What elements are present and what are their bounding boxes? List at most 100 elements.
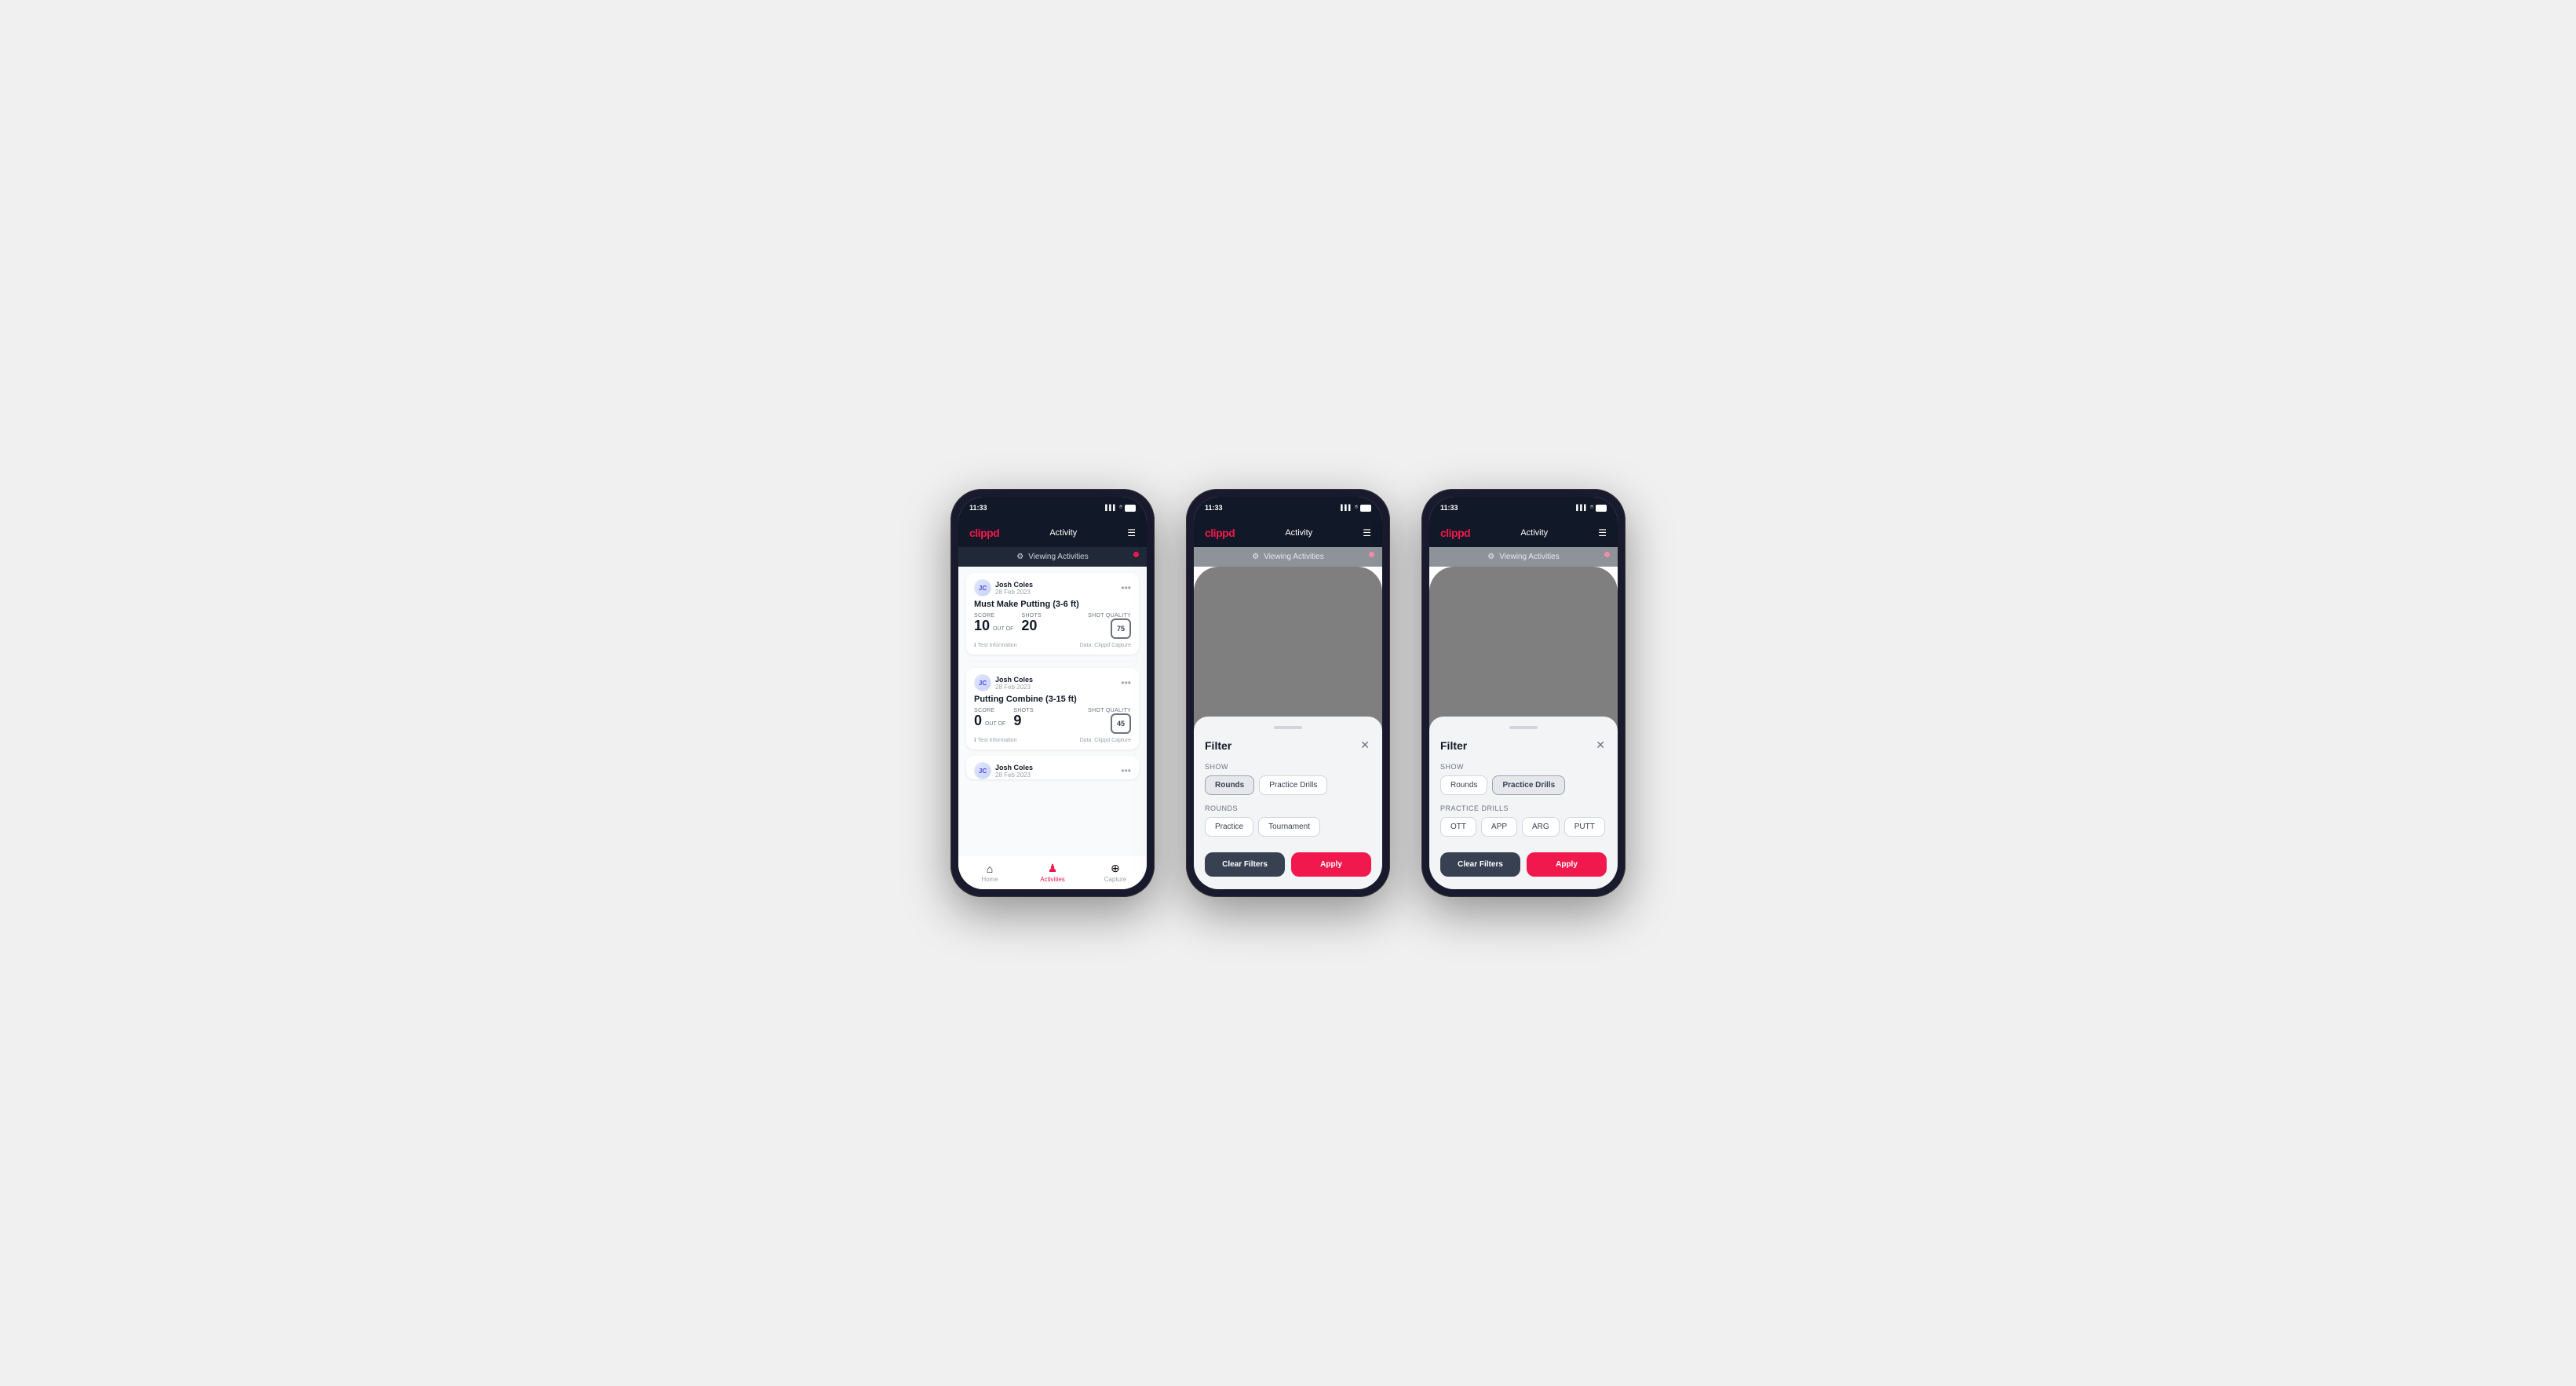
filter-actions-3: Clear Filters Apply bbox=[1440, 852, 1607, 877]
arg-btn-3[interactable]: ARG bbox=[1522, 817, 1560, 837]
activity-item-3: JC Josh Coles 28 Feb 2023 ••• bbox=[966, 756, 1139, 779]
avatar-3: JC bbox=[974, 762, 991, 779]
score-value-2: 0 bbox=[974, 713, 982, 728]
more-dots-3[interactable]: ••• bbox=[1121, 765, 1131, 776]
ott-btn-3[interactable]: OTT bbox=[1440, 817, 1476, 837]
shots-value-1: 20 bbox=[1021, 618, 1037, 633]
user-date-3: 28 Feb 2023 bbox=[995, 771, 1033, 779]
stats-row-2: Score 0 OUT OF Shots 9 Shot Quality bbox=[974, 708, 1131, 734]
user-info-3: JC Josh Coles 28 Feb 2023 bbox=[974, 762, 1033, 779]
nav-capture-1[interactable]: ⊕ Capture bbox=[1084, 862, 1147, 883]
banner-text-2: Viewing Activities bbox=[1264, 553, 1324, 561]
show-label-2: Show bbox=[1205, 763, 1371, 771]
capture-icon-1: ⊕ bbox=[1111, 862, 1120, 875]
filter-close-2[interactable]: ✕ bbox=[1359, 737, 1371, 753]
shots-value-2: 9 bbox=[1013, 713, 1021, 728]
signal-icon-1: ▌▌▌ bbox=[1105, 505, 1117, 511]
logo-3: clippd bbox=[1440, 527, 1470, 539]
user-meta-1: Josh Coles 28 Feb 2023 bbox=[995, 581, 1033, 596]
filter-icon-3: ⚙ bbox=[1487, 553, 1494, 561]
header-title-2: Activity bbox=[1285, 528, 1312, 538]
logo-2: clippd bbox=[1205, 527, 1235, 539]
rounds-btn-3[interactable]: Rounds bbox=[1440, 775, 1487, 795]
filter-sheet-2: Filter ✕ Show Rounds Practice Drills Rou… bbox=[1194, 717, 1382, 889]
menu-icon-1[interactable]: ☰ bbox=[1127, 527, 1136, 538]
test-info-1: ℹ Test Information bbox=[974, 642, 1016, 648]
status-bar-3: 11:33 ▌▌▌ ⌾ 51 bbox=[1429, 497, 1618, 519]
drills-options-3: OTT APP ARG PUTT bbox=[1440, 817, 1607, 837]
status-bar-2: 11:33 ▌▌▌ ⌾ 51 bbox=[1194, 497, 1382, 519]
logo-1: clippd bbox=[969, 527, 999, 539]
app-btn-3[interactable]: APP bbox=[1481, 817, 1517, 837]
activity-title-2: Putting Combine (3-15 ft) bbox=[974, 695, 1131, 704]
more-dots-2[interactable]: ••• bbox=[1121, 677, 1131, 688]
content-area-2: Filter ✕ Show Rounds Practice Drills Rou… bbox=[1194, 567, 1382, 889]
score-group-2: Score 0 OUT OF bbox=[974, 708, 1005, 728]
activity-footer-1: ℹ Test Information Data: Clippd Capture bbox=[974, 642, 1131, 648]
divider-1 bbox=[966, 661, 1139, 662]
signal-icon-3: ▌▌▌ bbox=[1576, 505, 1588, 511]
app-header-2: clippd Activity ☰ bbox=[1194, 519, 1382, 547]
battery-1: 51 bbox=[1125, 505, 1136, 512]
phones-container: 11:33 ▌▌▌ ⌾ 51 clippd Activity ☰ ⚙ Viewi… bbox=[950, 489, 1626, 897]
filter-icon-2: ⚙ bbox=[1252, 553, 1259, 561]
tournament-btn-2[interactable]: Tournament bbox=[1258, 817, 1320, 837]
menu-icon-2[interactable]: ☰ bbox=[1363, 527, 1371, 538]
filter-header-2: Filter ✕ bbox=[1205, 737, 1371, 753]
viewing-banner-1[interactable]: ⚙ Viewing Activities bbox=[958, 547, 1147, 567]
phone-2: 11:33 ▌▌▌ ⌾ 51 clippd Activity ☰ ⚙ Viewi… bbox=[1186, 489, 1390, 897]
signal-icon-2: ▌▌▌ bbox=[1341, 505, 1352, 511]
notification-dot-3 bbox=[1604, 552, 1610, 557]
user-name-3: Josh Coles bbox=[995, 764, 1033, 771]
quality-group-1: Shot Quality 75 bbox=[1088, 613, 1131, 639]
user-info-1: JC Josh Coles 28 Feb 2023 bbox=[974, 579, 1033, 596]
practice-drills-btn-2[interactable]: Practice Drills bbox=[1259, 775, 1327, 795]
filter-title-3: Filter bbox=[1440, 739, 1467, 752]
rounds-label-2: Rounds bbox=[1205, 804, 1371, 812]
status-time-3: 11:33 bbox=[1440, 504, 1458, 512]
filter-close-3[interactable]: ✕ bbox=[1594, 737, 1607, 753]
data-source-2: Data: Clippd Capture bbox=[1080, 738, 1131, 743]
app-header-1: clippd Activity ☰ bbox=[958, 519, 1147, 547]
avatar-2: JC bbox=[974, 674, 991, 691]
phone-1: 11:33 ▌▌▌ ⌾ 51 clippd Activity ☰ ⚙ Viewi… bbox=[950, 489, 1155, 897]
activities-icon-1: ♟ bbox=[1048, 862, 1058, 875]
practice-round-btn-2[interactable]: Practice bbox=[1205, 817, 1253, 837]
nav-home-1[interactable]: ⌂ Home bbox=[958, 863, 1021, 883]
apply-btn-3[interactable]: Apply bbox=[1527, 852, 1607, 877]
notch-2 bbox=[1261, 497, 1315, 512]
shots-group-2: Shots 9 bbox=[1013, 708, 1034, 729]
shots-group-1: Shots 20 bbox=[1021, 613, 1042, 634]
putt-btn-3[interactable]: PUTT bbox=[1564, 817, 1605, 837]
user-name-2: Josh Coles bbox=[995, 676, 1033, 684]
notch-3 bbox=[1496, 497, 1551, 512]
clear-filters-btn-3[interactable]: Clear Filters bbox=[1440, 852, 1520, 877]
viewing-banner-2: ⚙ Viewing Activities bbox=[1194, 547, 1382, 567]
bottom-nav-1: ⌂ Home ♟ Activities ⊕ Capture bbox=[958, 855, 1147, 889]
more-dots-1[interactable]: ••• bbox=[1121, 582, 1131, 593]
activity-footer-2: ℹ Test Information Data: Clippd Capture bbox=[974, 737, 1131, 743]
status-icons-3: ▌▌▌ ⌾ 51 bbox=[1576, 505, 1607, 512]
status-bar-1: 11:33 ▌▌▌ ⌾ 51 bbox=[958, 497, 1147, 519]
home-icon-1: ⌂ bbox=[987, 863, 993, 875]
practice-drills-btn-3[interactable]: Practice Drills bbox=[1492, 775, 1565, 795]
clear-filters-btn-2[interactable]: Clear Filters bbox=[1205, 852, 1285, 877]
filter-handle-3 bbox=[1509, 726, 1538, 729]
activity-header-2: JC Josh Coles 28 Feb 2023 ••• bbox=[974, 674, 1131, 691]
notification-dot-1 bbox=[1133, 552, 1139, 557]
activity-header-3: JC Josh Coles 28 Feb 2023 ••• bbox=[974, 762, 1131, 779]
apply-btn-2[interactable]: Apply bbox=[1291, 852, 1371, 877]
score-value-1: 10 bbox=[974, 618, 990, 633]
data-source-1: Data: Clippd Capture bbox=[1080, 643, 1131, 648]
battery-2: 51 bbox=[1360, 505, 1371, 512]
user-date-1: 28 Feb 2023 bbox=[995, 589, 1033, 596]
rounds-btn-2[interactable]: Rounds bbox=[1205, 775, 1254, 795]
nav-activities-1[interactable]: ♟ Activities bbox=[1021, 862, 1084, 883]
battery-3: 51 bbox=[1596, 505, 1607, 512]
filter-header-3: Filter ✕ bbox=[1440, 737, 1607, 753]
drills-label-3: Practice Drills bbox=[1440, 804, 1607, 812]
nav-capture-label-1: Capture bbox=[1104, 876, 1126, 883]
menu-icon-3[interactable]: ☰ bbox=[1598, 527, 1607, 538]
phone-2-screen: 11:33 ▌▌▌ ⌾ 51 clippd Activity ☰ ⚙ Viewi… bbox=[1194, 497, 1382, 889]
activity-item-1: JC Josh Coles 28 Feb 2023 ••• Must Make … bbox=[966, 573, 1139, 655]
